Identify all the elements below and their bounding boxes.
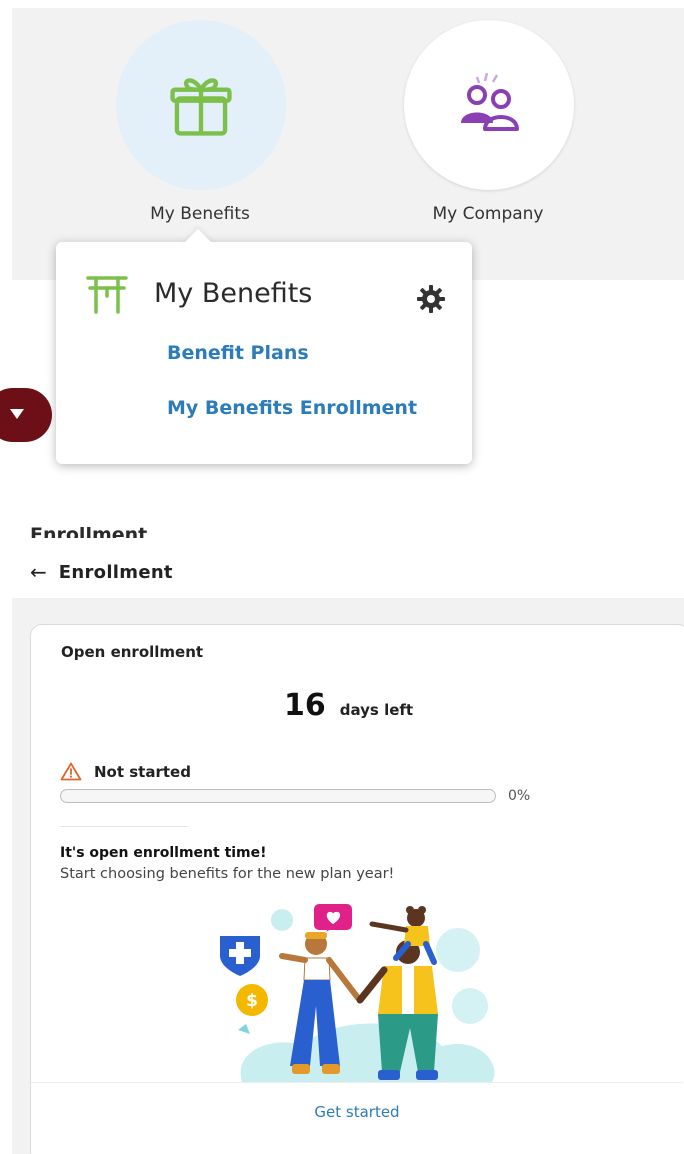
enrollment-status: Not started <box>60 762 191 781</box>
caret-down-icon <box>10 409 24 419</box>
gift-icon <box>170 78 232 136</box>
expand-toggle-button[interactable] <box>0 388 52 442</box>
days-left-label: days left <box>339 701 414 719</box>
family-illustration: $ <box>220 904 495 1082</box>
gear-icon[interactable] <box>416 284 446 314</box>
arrow-left-icon[interactable]: ← <box>30 560 47 584</box>
benefits-gate-icon <box>86 276 128 314</box>
progress-percent: 0% <box>508 788 531 804</box>
menu-title: My Benefits <box>154 278 313 309</box>
page-title-ghost: Enrollment <box>30 524 148 538</box>
card-footer-divider <box>31 1082 683 1083</box>
days-left-counter: 16 days left <box>284 688 413 723</box>
get-started-link-wrapper: Get started <box>0 1103 684 1121</box>
message-title: It's open enrollment time! <box>60 845 267 861</box>
page-title: Enrollment <box>58 561 173 583</box>
message-body: Start choosing benefits for the new plan… <box>60 866 395 882</box>
people-icon <box>461 72 519 131</box>
my-company-tile[interactable] <box>404 20 574 190</box>
my-benefits-label[interactable]: My Benefits <box>100 204 300 224</box>
enrollment-progress-bar <box>60 789 496 803</box>
status-text: Not started <box>94 762 191 781</box>
my-company-label[interactable]: My Company <box>388 204 588 224</box>
my-benefits-enrollment-link[interactable]: My Benefits Enrollment <box>167 397 417 419</box>
card-heading: Open enrollment <box>61 643 204 661</box>
benefit-plans-link[interactable]: Benefit Plans <box>167 342 309 364</box>
warning-icon <box>60 762 82 781</box>
get-started-button[interactable]: Get started <box>314 1103 399 1121</box>
days-left-number: 16 <box>284 688 326 723</box>
divider <box>60 826 188 827</box>
svg-text:$: $ <box>246 991 258 1011</box>
back-navigation[interactable]: ← Enrollment <box>30 560 173 584</box>
my-benefits-tile[interactable] <box>116 20 286 190</box>
app-tiles-panel <box>12 8 684 280</box>
